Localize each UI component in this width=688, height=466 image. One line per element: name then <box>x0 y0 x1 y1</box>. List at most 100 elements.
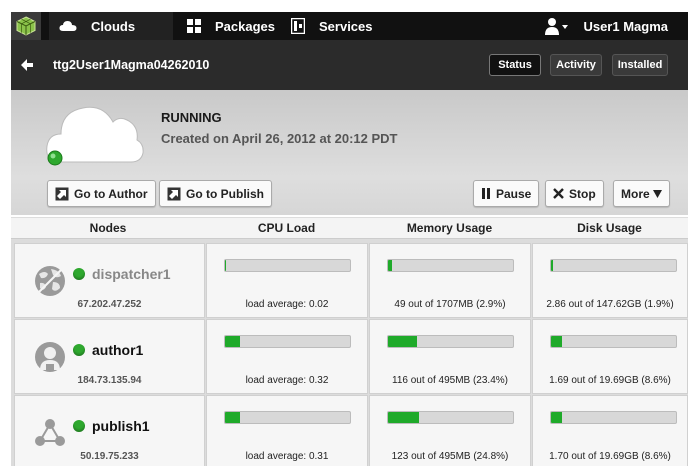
node-ip: 67.202.47.252 <box>77 299 142 310</box>
memory-usage-bar <box>387 259 514 272</box>
user-name: User1 Magma <box>583 18 668 34</box>
nav-tab-label: Packages <box>215 18 275 34</box>
arrow-left-icon <box>21 59 33 71</box>
node-name: dispatcher1 <box>92 266 171 282</box>
memory-usage-bar <box>387 335 514 348</box>
cpu-load-bar <box>224 335 351 348</box>
cube-logo-icon <box>16 16 36 36</box>
nav-tab-label: Clouds <box>91 18 136 34</box>
bar-fill <box>551 412 562 423</box>
memory-usage-text: 123 out of 495MB (24.8%) <box>391 451 509 462</box>
node-name: publish1 <box>92 418 150 434</box>
more-button[interactable]: More <box>613 180 670 207</box>
bar-fill <box>388 412 419 423</box>
disk-usage-text: 1.69 out of 19.69GB (8.6%) <box>549 375 671 386</box>
cpu-load-bar <box>224 411 351 424</box>
pause-icon <box>481 188 491 199</box>
disk-usage-bar <box>550 259 677 272</box>
view-label: Installed <box>617 59 663 71</box>
nav-tab-services[interactable]: Services <box>281 12 381 40</box>
external-link-icon <box>55 187 69 201</box>
view-installed-button[interactable]: Installed <box>612 54 668 76</box>
disk-cell: 2.86 out of 147.62GB (1.9%) <box>532 243 688 318</box>
column-header-cpu: CPU Load <box>257 221 316 235</box>
pause-button[interactable]: Pause <box>473 180 540 207</box>
node-name: author1 <box>92 342 144 358</box>
cpu-cell: load average: 0.32 <box>206 319 368 394</box>
nodes-table: dispatcher1 67.202.47.252 load average: … <box>11 239 688 466</box>
disk-usage-bar <box>550 335 677 348</box>
back-button[interactable] <box>21 59 47 71</box>
cpu-load-text: load average: 0.31 <box>245 451 329 462</box>
app-logo[interactable] <box>11 12 41 40</box>
bar-fill <box>388 260 392 271</box>
caret-down-icon <box>652 189 662 198</box>
view-label: Activity <box>556 59 596 71</box>
button-label: Go to Author <box>74 186 148 201</box>
node-ip: 184.73.135.94 <box>77 375 142 386</box>
column-header-disk: Disk Usage <box>577 221 642 235</box>
instance-name: ttg2User1Magma04262010 <box>53 58 210 72</box>
view-status-button[interactable]: Status <box>489 54 541 76</box>
cpu-load-text: load average: 0.02 <box>245 299 329 310</box>
status-panel: RUNNING Created on April 26, 2012 at 20:… <box>11 90 688 215</box>
node-cell[interactable]: publish1 50.19.75.233 <box>14 395 205 466</box>
button-label: Go to Publish <box>186 186 264 201</box>
bar-fill <box>551 260 554 271</box>
nav-tab-clouds[interactable]: Clouds <box>49 12 173 40</box>
stop-button[interactable]: Stop <box>545 180 604 207</box>
globe-icon <box>35 266 65 296</box>
cloud-status-graphic <box>45 98 145 175</box>
cpu-cell: load average: 0.02 <box>206 243 368 318</box>
view-activity-button[interactable]: Activity <box>550 54 602 76</box>
cloud-status-icon <box>46 106 144 166</box>
grid-icon <box>187 19 201 33</box>
bar-fill <box>225 412 240 423</box>
disk-usage-text: 1.70 out of 19.69GB (8.6%) <box>549 451 671 462</box>
cpu-cell: load average: 0.31 <box>206 395 368 466</box>
user-menu[interactable]: User1 Magma <box>545 12 668 40</box>
network-icon <box>35 419 65 446</box>
instance-header: ttg2User1Magma04262010 Status Activity I… <box>11 40 688 90</box>
node-ip: 50.19.75.233 <box>80 451 139 462</box>
created-date: Created on April 26, 2012 at 20:12 PDT <box>161 131 398 146</box>
instance-state: RUNNING <box>161 110 222 125</box>
disk-cell: 1.70 out of 19.69GB (8.6%) <box>532 395 688 466</box>
column-header-nodes: Nodes <box>89 221 127 235</box>
status-indicator <box>73 420 85 432</box>
button-label: Pause <box>496 186 532 201</box>
bar-fill <box>225 336 240 347</box>
disk-cell: 1.69 out of 19.69GB (8.6%) <box>532 319 688 394</box>
disk-usage-bar <box>550 411 677 424</box>
node-cell[interactable]: author1 184.73.135.94 <box>14 319 205 394</box>
button-label: Stop <box>569 186 596 201</box>
memory-usage-text: 116 out of 495MB (23.4%) <box>392 375 508 386</box>
author-icon <box>35 342 65 372</box>
memory-cell: 49 out of 1707MB (2.9%) <box>369 243 531 318</box>
memory-usage-bar <box>387 411 514 424</box>
status-indicator <box>73 344 85 356</box>
bar-fill <box>225 260 227 271</box>
node-cell[interactable]: dispatcher1 67.202.47.252 <box>14 243 205 318</box>
memory-cell: 116 out of 495MB (23.4%) <box>369 319 531 394</box>
close-icon <box>553 188 564 199</box>
cloud-icon <box>59 20 77 32</box>
view-label: Status <box>498 59 532 71</box>
services-icon <box>291 18 305 34</box>
cpu-load-text: load average: 0.32 <box>245 375 329 386</box>
bar-fill <box>388 336 418 347</box>
external-link-icon <box>167 187 181 201</box>
cpu-load-bar <box>224 259 351 272</box>
table-header: Nodes CPU Load Memory Usage Disk Usage <box>11 217 688 239</box>
column-header-memory: Memory Usage <box>406 221 493 235</box>
go-to-publish-button[interactable]: Go to Publish <box>159 180 272 207</box>
user-icon <box>545 17 569 35</box>
top-nav: Clouds Packages Services User1 Magma <box>11 12 688 40</box>
memory-usage-text: 49 out of 1707MB (2.9%) <box>394 299 506 310</box>
bar-fill <box>551 336 562 347</box>
status-indicator <box>73 268 85 280</box>
nav-tab-packages[interactable]: Packages <box>177 12 277 40</box>
nav-tab-label: Services <box>319 18 373 34</box>
memory-cell: 123 out of 495MB (24.8%) <box>369 395 531 466</box>
go-to-author-button[interactable]: Go to Author <box>47 180 156 207</box>
